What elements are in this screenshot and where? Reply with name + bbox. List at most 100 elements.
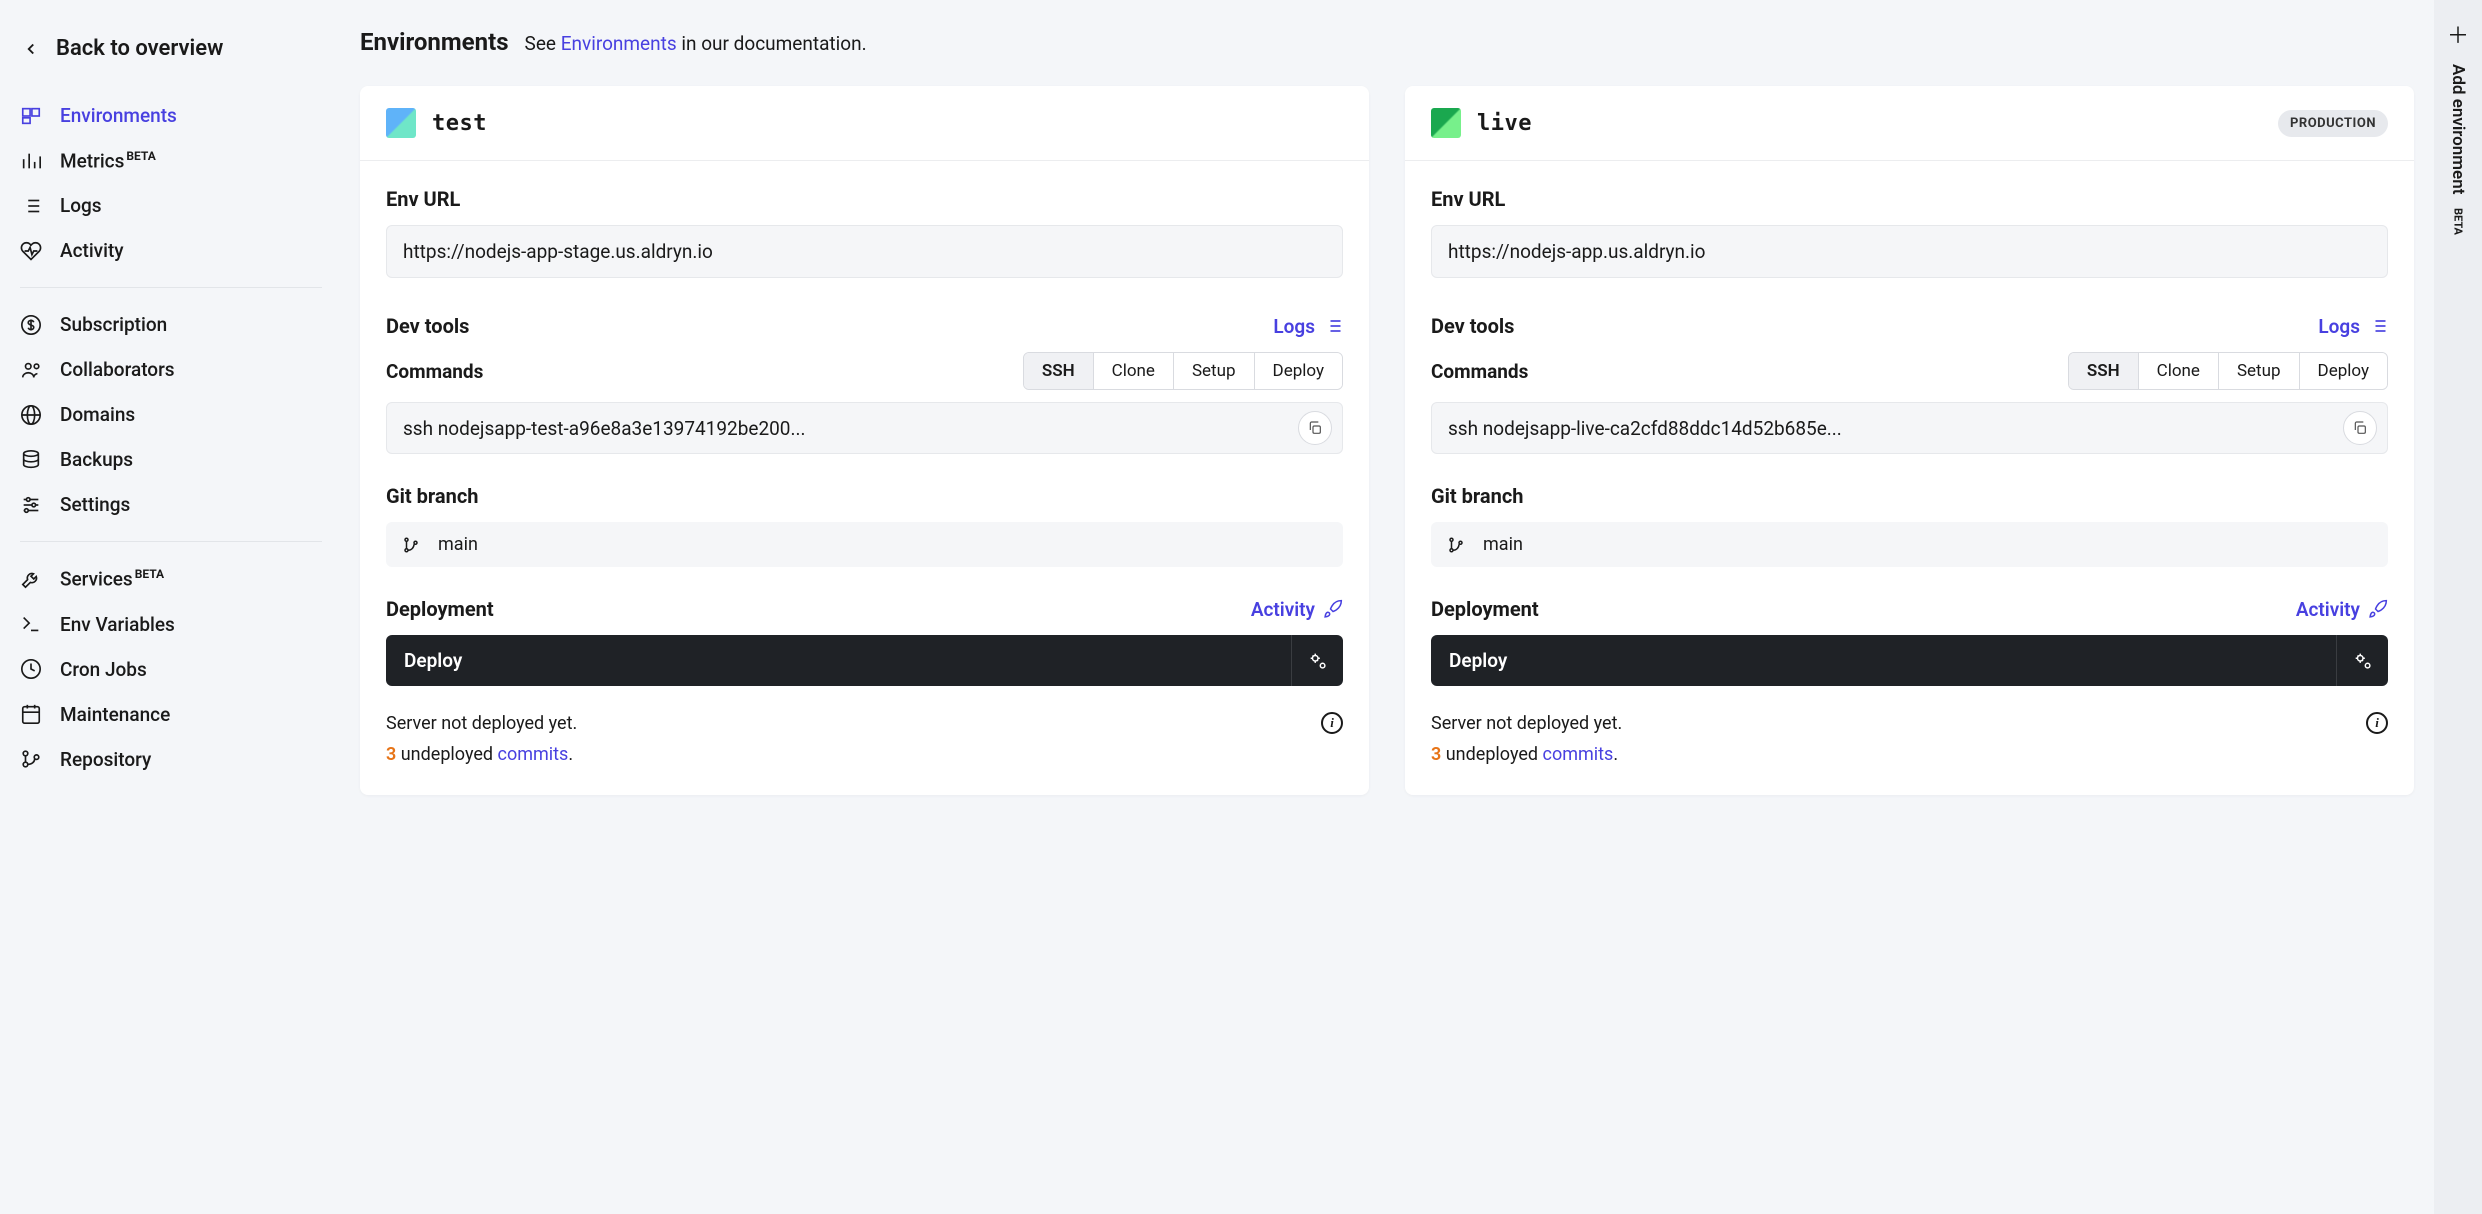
sidebar-item-services[interactable]: ServicesBETA (20, 556, 340, 601)
env-name: test (432, 111, 487, 136)
copy-icon (1307, 420, 1323, 436)
deploy-options-button[interactable] (1291, 635, 1343, 686)
back-label: Back to overview (56, 36, 223, 61)
deployment-label: Deployment (386, 597, 494, 621)
sidebar-item-label: Env Variables (60, 613, 175, 636)
deploy-options-button[interactable] (2336, 635, 2388, 686)
sidebar-item-environments[interactable]: Environments (20, 93, 340, 138)
ssh-command-box: ssh nodejsapp-live-ca2cfd88ddc14d52b685e… (1431, 402, 2388, 454)
settings-icon (20, 494, 42, 516)
add-environment-label: Add environment (2448, 64, 2468, 194)
env-swatch-icon (1431, 108, 1461, 138)
ssh-command-box: ssh nodejsapp-test-a96e8a3e13974192be200… (386, 402, 1343, 454)
sidebar-item-label: Services (60, 568, 133, 591)
copy-button[interactable] (2343, 411, 2377, 445)
logs-link[interactable]: Logs (1273, 315, 1343, 338)
domains-icon (20, 404, 42, 426)
sidebar-item-label: Cron Jobs (60, 658, 147, 681)
git-branch-name: main (438, 534, 478, 555)
info-icon[interactable]: i (2366, 712, 2388, 734)
env-card-test: test Env URL https://nodejs-app-stage.us… (360, 86, 1369, 795)
sidebar-item-collaborators[interactable]: Collaborators (20, 347, 340, 392)
repository-icon (20, 748, 42, 770)
cmd-tab-ssh[interactable]: SSH (2069, 353, 2139, 389)
sidebar-item-subscription[interactable]: Subscription (20, 302, 340, 347)
sidebar-item-label: Backups (60, 448, 133, 471)
command-tabs: SSH Clone Setup Deploy (2068, 352, 2388, 390)
git-branch-box[interactable]: main (1431, 522, 2388, 567)
cmd-tab-ssh[interactable]: SSH (1024, 353, 1094, 389)
undeployed-count: 3 (1431, 744, 1441, 765)
sidebar-item-envvars[interactable]: Env Variables (20, 602, 340, 647)
docs-link[interactable]: Environments (561, 32, 677, 55)
copy-icon (2352, 420, 2368, 436)
sidebar-item-label: Activity (60, 239, 124, 262)
sidebar-item-settings[interactable]: Settings (20, 482, 340, 527)
sidebar-item-label: Repository (60, 748, 151, 771)
env-card-header: test (360, 86, 1369, 161)
commits-link[interactable]: commits (498, 744, 569, 765)
git-branch-label: Git branch (1431, 484, 1523, 508)
rocket-icon (2368, 599, 2388, 619)
sidebar-item-label: Logs (60, 194, 102, 217)
env-swatch-icon (386, 108, 416, 138)
env-card-live: live PRODUCTION Env URL https://nodejs-a… (1405, 86, 2414, 795)
sidebar-item-repository[interactable]: Repository (20, 737, 340, 782)
git-branch-box[interactable]: main (386, 522, 1343, 567)
metrics-icon (20, 150, 42, 172)
env-card-header: live PRODUCTION (1405, 86, 2414, 161)
ssh-command-text: ssh nodejsapp-live-ca2cfd88ddc14d52b685e… (1448, 417, 2331, 440)
info-icon[interactable]: i (1321, 712, 1343, 734)
git-branch-name: main (1483, 534, 1523, 555)
environments-row: test Env URL https://nodejs-app-stage.us… (360, 86, 2414, 795)
deploy-button[interactable]: Deploy (1431, 635, 2336, 686)
env-url-value[interactable]: https://nodejs-app-stage.us.aldryn.io (386, 225, 1343, 278)
logs-link[interactable]: Logs (2318, 315, 2388, 338)
cmd-tab-setup[interactable]: Setup (1174, 353, 1255, 389)
undeployed-commits-row: 3 undeployed commits. (1431, 744, 2388, 765)
commands-label: Commands (1431, 360, 1528, 383)
sidebar-item-maintenance[interactable]: Maintenance (20, 692, 340, 737)
sidebar-item-domains[interactable]: Domains (20, 392, 340, 437)
sidebar-item-logs[interactable]: Logs (20, 183, 340, 228)
dev-tools-label: Dev tools (386, 314, 469, 338)
cmd-tab-deploy[interactable]: Deploy (2300, 353, 2387, 389)
page-subtitle: See Environments in our documentation. (525, 32, 867, 55)
git-branch-label: Git branch (386, 484, 478, 508)
add-environment-rail[interactable]: ＋ Add environment BETA (2434, 0, 2482, 1214)
sidebar-item-activity[interactable]: Activity (20, 228, 340, 273)
deploy-button[interactable]: Deploy (386, 635, 1291, 686)
production-badge: PRODUCTION (2278, 110, 2388, 137)
env-url-label: Env URL (1431, 187, 2388, 211)
copy-button[interactable] (1298, 411, 1332, 445)
nav-group-2: Subscription Collaborators Domains Backu… (20, 302, 340, 527)
environments-icon (20, 105, 42, 127)
services-icon (20, 568, 42, 590)
git-branch-icon (1447, 536, 1465, 554)
undeployed-count: 3 (386, 744, 396, 765)
sidebar-item-metrics[interactable]: MetricsBETA (20, 138, 340, 183)
sidebar-item-label: Subscription (60, 313, 167, 336)
collaborators-icon (20, 359, 42, 381)
chevron-left-icon (22, 40, 40, 58)
activity-link[interactable]: Activity (2296, 598, 2388, 621)
commits-link[interactable]: commits (1543, 744, 1614, 765)
back-to-overview-link[interactable]: Back to overview (20, 28, 340, 85)
activity-link[interactable]: Activity (1251, 598, 1343, 621)
sidebar-item-cron[interactable]: Cron Jobs (20, 647, 340, 692)
dev-tools-label: Dev tools (1431, 314, 1514, 338)
nav-group-1: Environments MetricsBETA Logs Activity (20, 93, 340, 273)
env-url-value[interactable]: https://nodejs-app.us.aldryn.io (1431, 225, 2388, 278)
deploy-status-text: Server not deployed yet. (1431, 713, 1622, 734)
cmd-tab-setup[interactable]: Setup (2219, 353, 2300, 389)
ssh-command-text: ssh nodejsapp-test-a96e8a3e13974192be200… (403, 417, 1286, 440)
list-icon (1323, 316, 1343, 336)
cmd-tab-clone[interactable]: Clone (2139, 353, 2219, 389)
sidebar-item-backups[interactable]: Backups (20, 437, 340, 482)
cmd-tab-deploy[interactable]: Deploy (1255, 353, 1342, 389)
beta-badge: BETA (126, 149, 155, 163)
undeployed-commits-row: 3 undeployed commits. (386, 744, 1343, 765)
cmd-tab-clone[interactable]: Clone (1094, 353, 1174, 389)
beta-badge: BETA (2452, 208, 2465, 235)
plus-icon: ＋ (2447, 18, 2469, 50)
